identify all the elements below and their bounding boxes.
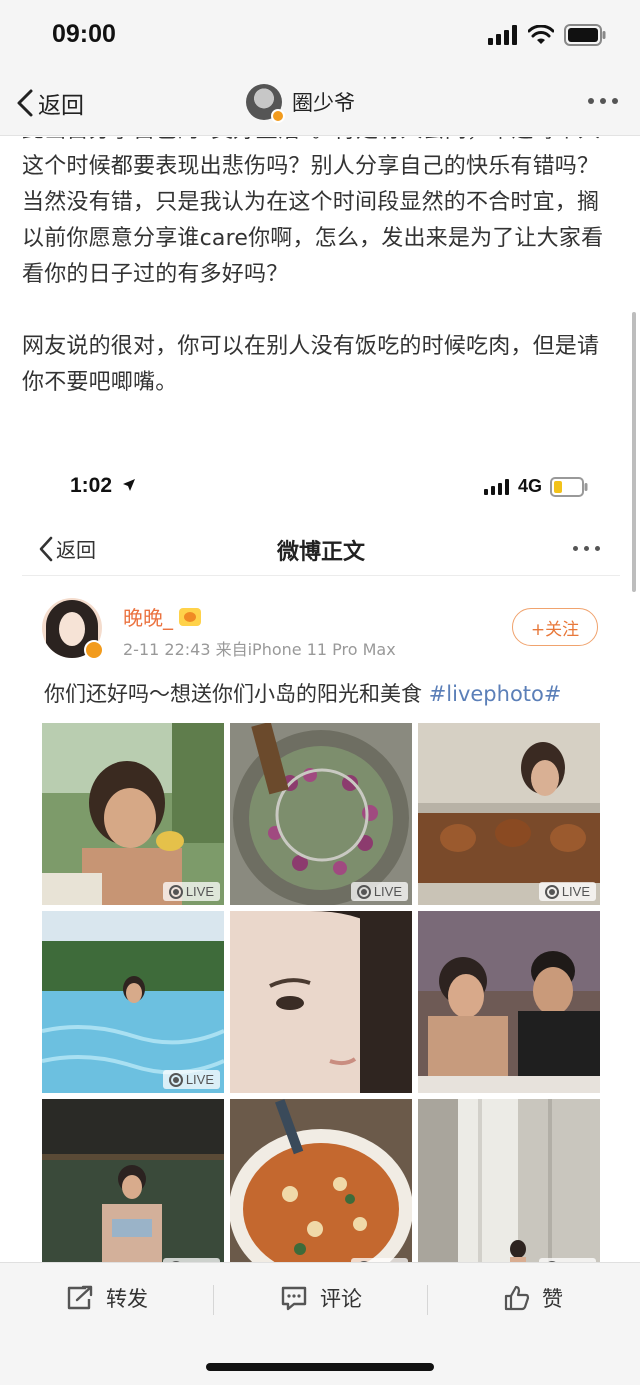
bottom-action-bar: 转发 评论 赞 bbox=[0, 1262, 640, 1385]
more-options-icon[interactable] bbox=[588, 98, 618, 104]
back-label: 返回 bbox=[38, 93, 84, 119]
photo-thumbnail[interactable]: LIVE bbox=[42, 723, 224, 905]
photo-image bbox=[418, 911, 600, 1093]
chevron-left-icon bbox=[17, 89, 33, 117]
vip-member-icon bbox=[179, 607, 201, 626]
repost-label: 转发 bbox=[106, 1287, 148, 1311]
photo-image bbox=[230, 1099, 412, 1262]
verified-badge-icon bbox=[84, 640, 104, 660]
photo-image bbox=[230, 723, 412, 905]
article-text: 此出自分享自己的“美好生活”。肯定有人会问，难道每个人这个时候都要表现出悲伤吗？… bbox=[0, 137, 640, 401]
photo-thumbnail[interactable]: LIVE bbox=[230, 723, 412, 905]
live-photo-badge: LIVE bbox=[162, 1070, 220, 1089]
share-icon bbox=[67, 1285, 93, 1310]
live-photo-badge: LIVE bbox=[162, 882, 220, 901]
post-text: 你们还好吗～想送你们小岛的阳光和美食 #livephoto# bbox=[22, 666, 620, 718]
photo-image bbox=[230, 911, 412, 1093]
nav-user-name: 圈少爷 bbox=[292, 91, 355, 115]
divider bbox=[427, 1285, 428, 1315]
embedded-status-bar: 1:02 4G bbox=[22, 458, 620, 522]
live-label: LIVE bbox=[185, 1072, 214, 1087]
repost-button[interactable]: 转发 bbox=[66, 1283, 148, 1313]
live-photo-icon bbox=[168, 1072, 183, 1087]
battery-low-icon bbox=[550, 476, 588, 497]
embedded-status-time: 1:02 bbox=[70, 474, 136, 498]
post-text-body: 你们还好吗～想送你们小岛的阳光和美食 bbox=[44, 682, 429, 706]
status-bar: 09:00 bbox=[0, 0, 640, 72]
photo-thumbnail[interactable] bbox=[418, 911, 600, 1093]
article-body: 此出自分享自己的“美好生活”。肯定有人会问，难道每个人这个时候都要表现出悲伤吗？… bbox=[0, 137, 640, 1262]
photo-thumbnail[interactable]: LIVE bbox=[42, 911, 224, 1093]
post-author-name[interactable]: 晚晚_ bbox=[123, 602, 173, 631]
comment-button[interactable]: 评论 bbox=[280, 1283, 362, 1313]
photo-image bbox=[42, 1099, 224, 1262]
live-photo-icon bbox=[356, 884, 371, 899]
network-label: 4G bbox=[517, 476, 542, 496]
live-photo-icon bbox=[544, 884, 559, 899]
status-icons bbox=[488, 24, 606, 46]
post-header: 晚晚_ 2-11 22:43 来自iPhone 11 Pro Max +关注 bbox=[22, 576, 620, 666]
photo-thumbnail[interactable]: LIVE bbox=[418, 1099, 600, 1262]
verified-badge-icon bbox=[271, 109, 285, 123]
live-label: LIVE bbox=[561, 884, 590, 899]
embedded-time-text: 1:02 bbox=[70, 474, 113, 497]
article-paragraph: 网友说的很对，你可以在别人没有饭吃的时候吃肉，但是请你不要吧唧嘴。 bbox=[22, 334, 600, 395]
live-label: LIVE bbox=[373, 884, 402, 899]
nav-bar: 返回 圈少爷 bbox=[0, 72, 640, 136]
embedded-nav-bar: 返回 微博正文 bbox=[22, 522, 620, 576]
photo-image bbox=[42, 911, 224, 1093]
signal-icon bbox=[488, 25, 517, 45]
post-hashtag[interactable]: #livephoto# bbox=[429, 682, 562, 706]
embedded-status-icons: 4G bbox=[483, 476, 588, 497]
comment-icon bbox=[281, 1286, 307, 1311]
location-arrow-icon bbox=[122, 479, 135, 491]
photo-thumbnail[interactable]: LIVE bbox=[418, 723, 600, 905]
post-author-row: 晚晚_ bbox=[123, 602, 201, 631]
photo-image bbox=[418, 723, 600, 905]
scrollbar[interactable] bbox=[632, 312, 636, 592]
back-button[interactable]: 返回 bbox=[16, 86, 84, 120]
live-photo-badge: LIVE bbox=[350, 882, 408, 901]
follow-button[interactable]: +关注 bbox=[512, 608, 598, 646]
photo-thumbnail[interactable]: LIVE bbox=[230, 1099, 412, 1262]
like-button[interactable]: 赞 bbox=[504, 1283, 563, 1313]
status-time: 09:00 bbox=[52, 20, 116, 48]
photo-thumbnail[interactable] bbox=[230, 911, 412, 1093]
photo-image bbox=[42, 723, 224, 905]
more-options-icon[interactable] bbox=[573, 546, 600, 551]
nav-user[interactable]: 圈少爷 bbox=[246, 84, 355, 123]
home-indicator[interactable] bbox=[206, 1363, 434, 1371]
live-photo-icon bbox=[168, 884, 183, 899]
divider bbox=[213, 1285, 214, 1315]
thumbs-up-icon bbox=[504, 1285, 530, 1311]
photo-thumbnail[interactable]: LIVE bbox=[42, 1099, 224, 1262]
post-meta: 2-11 22:43 来自iPhone 11 Pro Max bbox=[123, 640, 396, 659]
signal-icon bbox=[483, 478, 509, 495]
comment-label: 评论 bbox=[320, 1287, 362, 1311]
like-label: 赞 bbox=[542, 1287, 563, 1311]
avatar bbox=[246, 84, 285, 123]
article-paragraph: 此出自分享自己的“美好生活”。肯定有人会问，难道每个人这个时候都要表现出悲伤吗？… bbox=[22, 137, 604, 287]
live-label: LIVE bbox=[185, 884, 214, 899]
wifi-icon bbox=[528, 25, 554, 44]
battery-icon bbox=[564, 24, 606, 46]
live-photo-badge: LIVE bbox=[538, 882, 596, 901]
embedded-page-title: 微博正文 bbox=[276, 540, 365, 565]
photo-image bbox=[418, 1099, 600, 1262]
